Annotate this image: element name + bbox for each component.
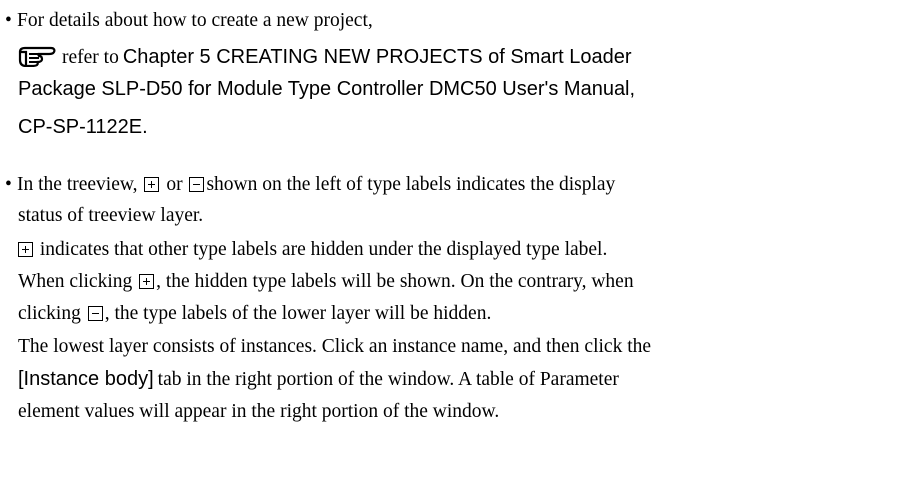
bullet: • xyxy=(5,174,12,195)
text: shown on the left of type labels indicat… xyxy=(206,174,616,195)
collapse-box-icon xyxy=(189,177,205,192)
note2-line1: • In the treeview, or shown on the left o… xyxy=(5,175,615,195)
expand-box-icon xyxy=(18,242,33,257)
note1-text: For details about how to create a new pr… xyxy=(17,10,373,31)
text: tab in the right portion of the window. … xyxy=(157,369,619,390)
note2-line4: When clicking , the hidden type labels w… xyxy=(18,272,634,292)
expand-box-icon xyxy=(144,177,160,192)
text: , the type labels of the lower layer wil… xyxy=(104,303,492,324)
text: When clicking xyxy=(18,271,133,292)
note2-line2: status of treeview layer. xyxy=(18,205,204,226)
note1-reference-line: refer to Chapter 5 CREATING NEW PROJECTS… xyxy=(18,43,632,71)
expand-box-icon xyxy=(139,274,155,289)
reference-title-line1: Chapter 5 CREATING NEW PROJECTS of Smart… xyxy=(122,46,632,68)
reference-title-line3: CP-SP-1122E. xyxy=(18,116,148,138)
instance-body-tab-ref: [Instance body] xyxy=(18,368,154,390)
text: In the treeview, xyxy=(17,174,138,195)
note2-line5: clicking , the type labels of the lower … xyxy=(18,304,491,324)
note1-line1: • For details about how to create a new p… xyxy=(5,11,373,31)
text: indicates that other type labels are hid… xyxy=(39,239,608,260)
collapse-box-icon xyxy=(87,306,103,321)
reference-title-line2: Package SLP-D50 for Module Type Controll… xyxy=(18,78,636,100)
text: or xyxy=(166,174,183,195)
text: , the hidden type labels will be shown. … xyxy=(156,271,634,292)
text: clicking xyxy=(18,303,81,324)
manual-page: • For details about how to create a new p… xyxy=(0,0,905,481)
bullet: • xyxy=(5,10,12,31)
note2-line3: indicates that other type labels are hid… xyxy=(18,240,607,260)
pointing-hand-icon xyxy=(18,43,56,71)
refer-prefix: refer to xyxy=(62,47,119,68)
note2-line6: The lowest layer consists of instances. … xyxy=(18,336,652,357)
note2-line7: [Instance body] tab in the right portion… xyxy=(18,369,619,390)
note2-line8: element values will appear in the right … xyxy=(18,401,500,422)
